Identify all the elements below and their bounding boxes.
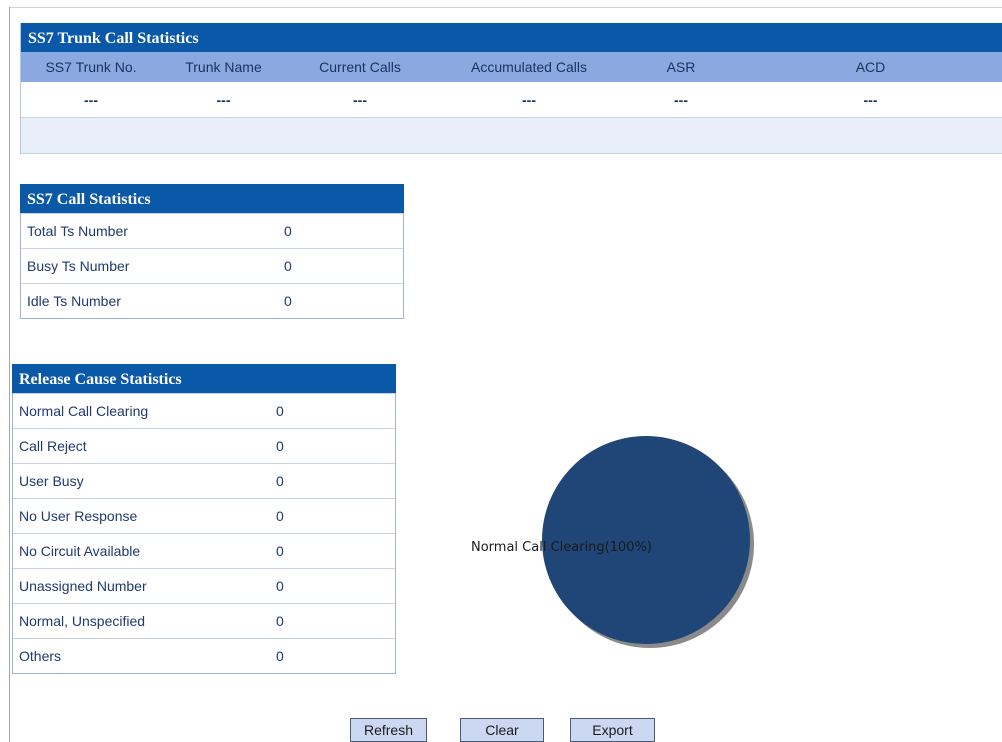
stat-label: No User Response xyxy=(19,508,138,524)
clear-button[interactable]: Clear xyxy=(460,718,544,742)
cell-asr: --- xyxy=(674,91,688,108)
col-accumulated-calls: Accumulated Calls xyxy=(471,59,587,75)
stat-label: Total Ts Number xyxy=(27,223,128,239)
stat-value: 0 xyxy=(276,613,284,629)
pie-slice-label: Normal Call Clearing(100%) xyxy=(471,540,652,555)
cell-current-calls: --- xyxy=(353,91,367,108)
frame-border-top xyxy=(9,7,1002,8)
export-button[interactable]: Export xyxy=(570,718,655,742)
cell-trunk-name: --- xyxy=(216,91,231,108)
stat-label: Call Reject xyxy=(19,438,87,454)
col-ss7-trunk-no: SS7 Trunk No. xyxy=(45,59,137,75)
stat-value: 0 xyxy=(276,648,284,664)
list-item: Normal, Unspecified 0 xyxy=(13,603,395,638)
stat-value: 0 xyxy=(284,223,292,239)
frame-border-left xyxy=(9,7,10,742)
col-acd: ACD xyxy=(855,59,886,75)
stat-label: No Circuit Available xyxy=(19,543,141,559)
list-item: Total Ts Number 0 xyxy=(21,213,403,248)
stat-value: 0 xyxy=(276,438,284,454)
stat-value: 0 xyxy=(276,403,284,419)
list-item: Busy Ts Number 0 xyxy=(21,248,403,283)
trunk-panel-title: SS7 Trunk Call Statistics xyxy=(21,23,1002,52)
stat-label: Idle Ts Number xyxy=(27,293,121,309)
refresh-button[interactable]: Refresh xyxy=(350,718,427,742)
stat-value: 0 xyxy=(276,508,284,524)
list-item: Others 0 xyxy=(13,638,395,673)
list-item: No Circuit Available 0 xyxy=(13,533,395,568)
release-cause-statistics-panel: Release Cause Statistics Normal Call Cle… xyxy=(12,364,396,674)
stat-label: Normal, Unspecified xyxy=(19,613,146,629)
list-item: Idle Ts Number 0 xyxy=(21,283,403,318)
list-item: User Busy 0 xyxy=(13,463,395,498)
stat-value: 0 xyxy=(284,293,292,309)
trunk-call-statistics-panel: SS7 Trunk Call Statistics SS7 Trunk No. … xyxy=(20,23,1002,154)
list-item: Normal Call Clearing 0 xyxy=(13,393,395,428)
col-asr: ASR xyxy=(666,59,696,75)
stat-value: 0 xyxy=(276,543,284,559)
cell-accumulated-calls: --- xyxy=(522,91,536,108)
list-item: Call Reject 0 xyxy=(13,428,395,463)
stat-label: Others xyxy=(19,648,62,664)
list-item: Unassigned Number 0 xyxy=(13,568,395,603)
cell-acd: --- xyxy=(863,91,878,108)
stat-label: User Busy xyxy=(19,473,84,489)
list-item: No User Response 0 xyxy=(13,498,395,533)
col-trunk-name: Trunk Name xyxy=(185,59,262,75)
table-row: --- --- --- --- --- --- xyxy=(21,82,1002,118)
stat-value: 0 xyxy=(284,258,292,274)
stat-label: Normal Call Clearing xyxy=(19,403,149,419)
stat-value: 0 xyxy=(276,473,284,489)
col-current-calls: Current Calls xyxy=(319,59,401,75)
ss7-call-statistics-panel: SS7 Call Statistics Total Ts Number 0 Bu… xyxy=(20,184,404,319)
stat-label: Unassigned Number xyxy=(19,578,147,594)
ss7-panel-title: SS7 Call Statistics xyxy=(20,184,404,213)
trunk-table-header: SS7 Trunk No. Trunk Name Current Calls A… xyxy=(21,52,1002,82)
stat-label: Busy Ts Number xyxy=(27,258,130,274)
trunk-table-footer xyxy=(21,118,1002,154)
stat-value: 0 xyxy=(276,578,284,594)
cell-ss7-trunk-no: --- xyxy=(84,91,98,108)
release-panel-title: Release Cause Statistics xyxy=(12,364,396,393)
